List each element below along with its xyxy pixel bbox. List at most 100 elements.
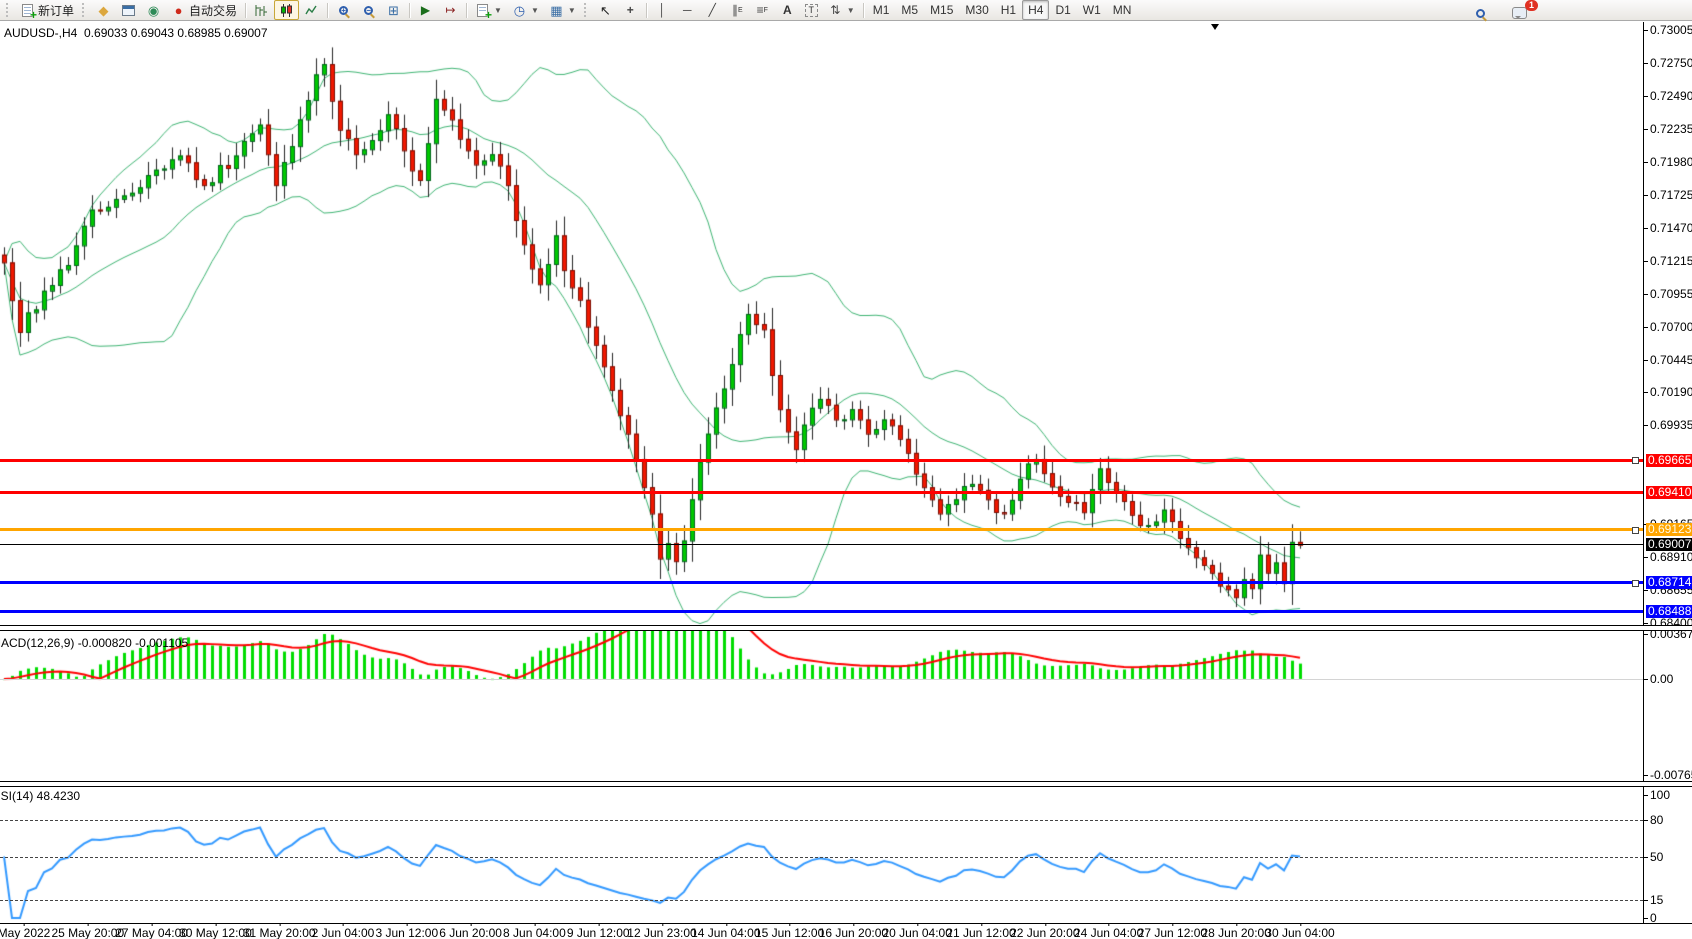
price-line-label-chip: 0.68488 — [1646, 605, 1692, 618]
text-label-tool-button[interactable]: T — [800, 0, 823, 20]
price-tick-label: 0.70955 — [1650, 288, 1692, 300]
chevron-down-icon: ▼ — [568, 6, 576, 15]
line-handle[interactable] — [1632, 457, 1639, 464]
line-chart-icon — [304, 3, 319, 18]
toolbar-grip[interactable] — [82, 3, 88, 17]
date-label: 15 Jun 12:00 — [755, 926, 824, 939]
metaeditor-button[interactable] — [116, 0, 141, 20]
timeframe-button-h4[interactable]: H4 — [1022, 0, 1049, 20]
trendline-icon: ╱ — [705, 3, 720, 18]
timeframe-button-m1[interactable]: M1 — [867, 0, 896, 20]
text-tool-button[interactable]: A — [775, 0, 800, 20]
price-line-0.69007[interactable] — [0, 544, 1643, 545]
line-handle[interactable] — [1632, 527, 1639, 534]
chart-shift-icon: ↦ — [443, 3, 458, 18]
chart-shift-marker[interactable] — [1211, 24, 1219, 30]
horizontal-line-icon: ─ — [680, 3, 695, 18]
date-label: 27 Jun 12:00 — [1138, 926, 1207, 939]
timeframe-button-mn[interactable]: MN — [1107, 0, 1138, 20]
price-line-0.69123[interactable] — [0, 528, 1643, 531]
notifications-button[interactable]: 1 — [1507, 3, 1532, 23]
strategy-tester-button[interactable]: ◉ — [141, 0, 166, 20]
macd-pane-splitter[interactable] — [0, 625, 1692, 631]
bar-chart-icon — [254, 3, 269, 18]
date-label: 25 May 20:00 — [51, 926, 124, 939]
date-label: 21 Jun 12:00 — [946, 926, 1015, 939]
indicators-button[interactable]: + ▼ — [470, 0, 507, 20]
date-label: 2 Jun 04:00 — [312, 926, 375, 939]
autotrading-button[interactable]: ● 自动交易 — [166, 0, 242, 20]
templates-button[interactable]: ▦ ▼ — [544, 0, 581, 20]
equidistant-channel-tool-button[interactable]: ∥E — [725, 0, 750, 20]
date-label: 28 Jun 20:00 — [1201, 926, 1270, 939]
vertical-line-tool-button[interactable]: │ — [650, 0, 675, 20]
zoom-in-button[interactable]: + — [331, 0, 356, 20]
line-chart-button[interactable] — [299, 0, 324, 20]
macd-zero-line — [0, 679, 1643, 680]
crosshair-tool-button[interactable]: + — [618, 0, 643, 20]
rsi-level-line-80 — [0, 820, 1643, 821]
fibonacci-icon: ≡F — [755, 3, 770, 18]
price-line-0.69410[interactable] — [0, 491, 1643, 494]
trendline-tool-button[interactable]: ╱ — [700, 0, 725, 20]
bar-chart-button[interactable] — [249, 0, 274, 20]
price-line-0.68714[interactable] — [0, 581, 1643, 584]
arrows-icon: ⇅ — [828, 3, 843, 18]
rsi-pane-splitter[interactable] — [0, 781, 1692, 787]
rsi-tick-label: 50 — [1650, 851, 1663, 863]
price-line-0.69665[interactable] — [0, 459, 1643, 462]
date-label: 16 Jun 20:00 — [819, 926, 888, 939]
line-handle[interactable] — [1632, 580, 1639, 587]
price-tick-label: 0.68910 — [1650, 551, 1692, 563]
clock-icon: ◷ — [512, 3, 527, 18]
chart-title-ohlc: AUDUSD-,H4 0.69033 0.69043 0.68985 0.690… — [4, 26, 268, 40]
price-line-0.68488[interactable] — [0, 610, 1643, 613]
market-watch-button[interactable]: ◆ — [91, 0, 116, 20]
price-tick-label: 0.71725 — [1650, 189, 1692, 201]
cursor-tool-button[interactable]: ↖ — [593, 0, 618, 20]
tile-windows-button[interactable]: ⊞ — [381, 0, 406, 20]
date-label: May 2022 — [0, 926, 50, 939]
search-icon — [1473, 6, 1488, 21]
search-button[interactable] — [1468, 3, 1493, 23]
periods-button[interactable]: ◷ ▼ — [507, 0, 544, 20]
text-label-icon: T — [805, 4, 818, 17]
price-line-label-chip: 0.69123 — [1646, 523, 1692, 536]
timeframe-button-w1[interactable]: W1 — [1077, 0, 1107, 20]
timeframe-button-m5[interactable]: M5 — [895, 0, 924, 20]
rsi-tick-label: 80 — [1650, 814, 1663, 826]
rsi-level-line-50 — [0, 857, 1643, 858]
toolbar-grip[interactable] — [6, 3, 12, 17]
date-label: 14 Jun 04:00 — [691, 926, 760, 939]
toolbar-grip[interactable] — [584, 3, 590, 17]
notification-badge: 1 — [1525, 0, 1538, 11]
rsi-tick-label: 15 — [1650, 894, 1663, 906]
timeframe-button-d1[interactable]: D1 — [1049, 0, 1076, 20]
price-tick-label: 0.71470 — [1650, 222, 1692, 234]
cursor-icon: ↖ — [598, 3, 613, 18]
crosshair-icon: + — [623, 3, 638, 18]
autotrading-icon: ● — [171, 3, 186, 18]
timeframe-button-m15[interactable]: M15 — [924, 0, 959, 20]
main-toolbar: + 新订单 ◆ ◉ ● 自动交易 — [0, 0, 1692, 21]
zoom-in-icon: + — [336, 3, 351, 18]
rsi-level-line-15 — [0, 900, 1643, 901]
fibonacci-tool-button[interactable]: ≡F — [750, 0, 775, 20]
mt4-window: AUDUSD-,H4 0.69033 0.69043 0.68985 0.690… — [0, 0, 1692, 939]
price-line-label-chip: 0.68714 — [1646, 576, 1692, 589]
price-tick-label: 0.72750 — [1650, 57, 1692, 69]
horizontal-line-tool-button[interactable]: ─ — [675, 0, 700, 20]
tile-windows-icon: ⊞ — [386, 3, 401, 18]
timeframe-button-h1[interactable]: H1 — [995, 0, 1022, 20]
timeframe-button-m30[interactable]: M30 — [959, 0, 994, 20]
toolbar-right-group: 1 — [1468, 3, 1532, 23]
date-label: 9 Jun 12:00 — [567, 926, 630, 939]
zoom-out-button[interactable]: − — [356, 0, 381, 20]
new-order-button[interactable]: + 新订单 — [15, 0, 79, 20]
candlestick-chart-button[interactable] — [274, 0, 299, 20]
auto-scroll-button[interactable]: ▶ — [413, 0, 438, 20]
price-tick-label: 0.69935 — [1650, 419, 1692, 431]
chart-shift-button[interactable]: ↦ — [438, 0, 463, 20]
vertical-line-icon: │ — [655, 3, 670, 18]
arrows-tool-button[interactable]: ⇅ ▼ — [823, 0, 860, 20]
